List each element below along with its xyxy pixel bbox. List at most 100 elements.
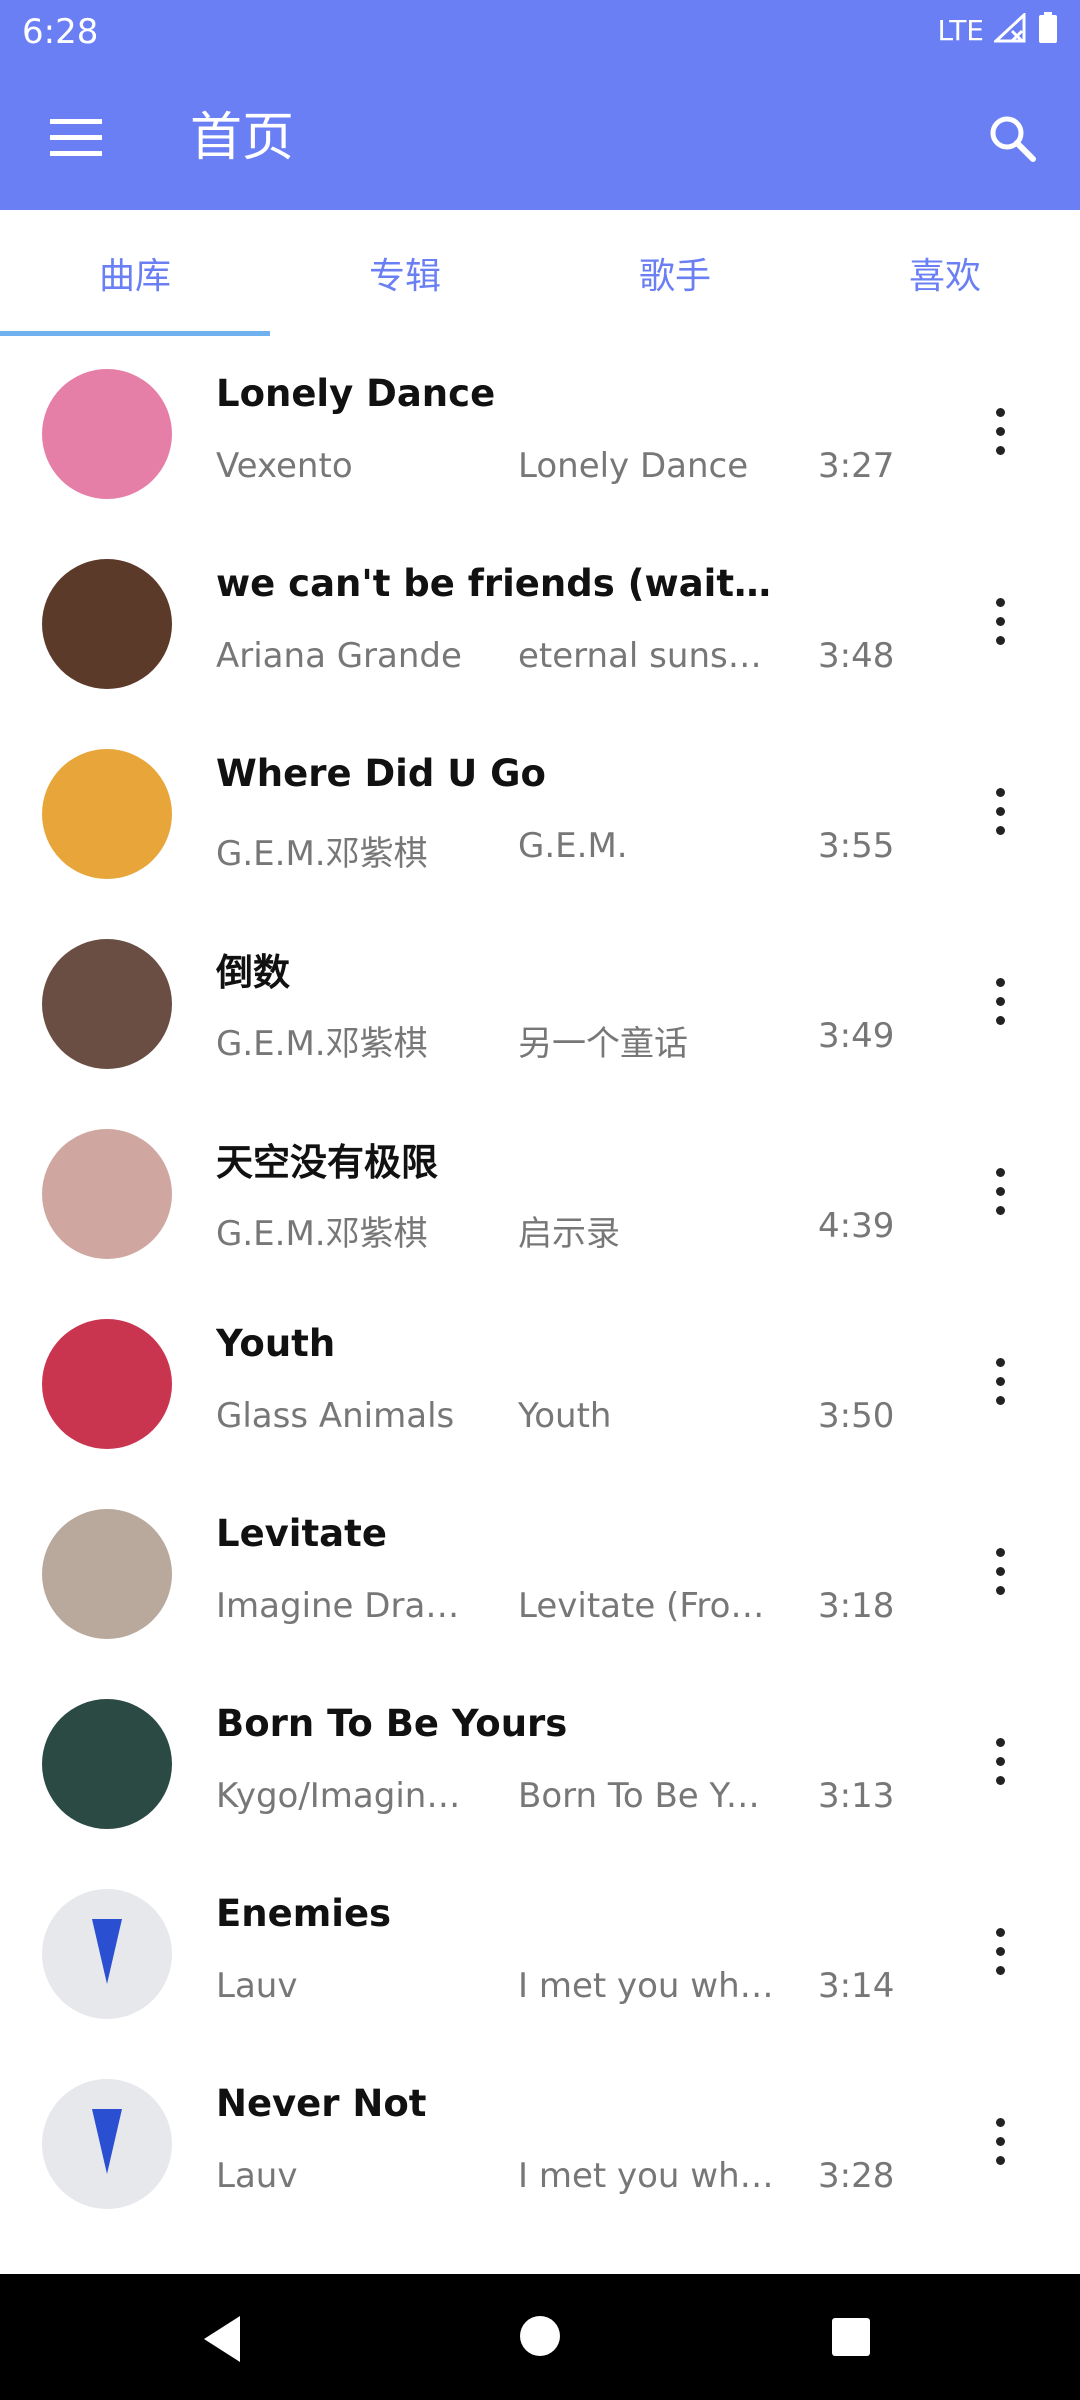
lauv-logo-icon: [92, 2109, 122, 2174]
song-row[interactable]: Born To Be Yours Kygo/Imagine… Born To B…: [0, 1666, 1080, 1856]
album-cover: [42, 749, 172, 879]
more-vert-icon: [995, 1585, 1005, 1595]
back-icon[interactable]: [200, 2314, 250, 2364]
tab-favorites[interactable]: 喜欢: [810, 210, 1080, 336]
more-vert-icon: [995, 1015, 1005, 1025]
song-duration: 3:50: [818, 1396, 895, 1436]
status-time: 6:28: [22, 12, 99, 52]
more-vert-icon: [995, 996, 1005, 1006]
song-duration: 4:39: [818, 1206, 895, 1246]
song-row[interactable]: Never Not Lauv I met you whe… 3:28: [0, 2046, 1080, 2236]
more-options-button[interactable]: [970, 396, 1030, 466]
home-icon[interactable]: [520, 2316, 560, 2356]
song-title: Enemies: [216, 1892, 392, 1935]
song-artist: Glass Animals: [216, 1396, 455, 1436]
tab-artists[interactable]: 歌手: [540, 210, 810, 336]
recent-apps-icon[interactable]: [832, 2318, 870, 2356]
song-album: G.E.M.: [518, 826, 628, 866]
status-bar: 6:28 LTE: [0, 0, 1080, 66]
more-vert-icon: [995, 2155, 1005, 2165]
more-vert-icon: [995, 1965, 1005, 1975]
song-row[interactable]: Youth Glass Animals Youth 3:50: [0, 1286, 1080, 1476]
song-row[interactable]: Lonely Dance Vexento Lonely Dance 3:27: [0, 336, 1080, 526]
song-artist: Ariana Grande: [216, 636, 462, 676]
more-vert-icon: [995, 1737, 1005, 1747]
more-vert-icon: [995, 1756, 1005, 1766]
tab-library[interactable]: 曲库: [0, 210, 270, 336]
more-options-button[interactable]: [970, 1346, 1030, 1416]
album-cover: [42, 939, 172, 1069]
more-vert-icon: [995, 825, 1005, 835]
song-title: Born To Be Yours: [216, 1702, 568, 1745]
song-duration: 3:49: [818, 1016, 895, 1056]
more-vert-icon: [995, 1566, 1005, 1576]
song-row[interactable]: Levitate Imagine Drag… Levitate (Fro… 3:…: [0, 1476, 1080, 1666]
song-duration: 3:48: [818, 636, 895, 676]
more-vert-icon: [995, 1946, 1005, 1956]
song-row[interactable]: we can't be friends (wait for y… Ariana …: [0, 526, 1080, 716]
more-options-button[interactable]: [970, 776, 1030, 846]
more-options-button[interactable]: [970, 1156, 1030, 1226]
song-title: Never Not: [216, 2082, 427, 2125]
song-title: 天空没有极限: [216, 1141, 438, 1184]
song-duration: 3:27: [818, 446, 895, 486]
song-album: Levitate (Fro…: [518, 1586, 765, 1626]
more-options-button[interactable]: [970, 586, 1030, 656]
song-album: 启示录: [518, 1214, 620, 1254]
song-title: Levitate: [216, 1512, 387, 1555]
song-artist: G.E.M.邓紫棋: [216, 834, 428, 874]
song-title: Lonely Dance: [216, 372, 496, 415]
lauv-logo-icon: [92, 1919, 122, 1984]
more-vert-icon: [995, 806, 1005, 816]
song-title: 倒数: [216, 951, 290, 994]
more-vert-icon: [995, 1395, 1005, 1405]
status-icons: LTE: [937, 11, 1058, 48]
song-artist: G.E.M.邓紫棋: [216, 1024, 428, 1064]
more-vert-icon: [995, 1186, 1005, 1196]
more-vert-icon: [995, 1167, 1005, 1177]
system-nav-bar: [0, 2274, 1080, 2400]
song-artist: Imagine Drag…: [216, 1586, 466, 1626]
hamburger-menu-icon: [50, 119, 102, 156]
app-bar: 首页: [0, 66, 1080, 210]
more-vert-icon: [995, 597, 1005, 607]
song-album: Born To Be Yo…: [518, 1776, 778, 1816]
song-row[interactable]: 倒数 G.E.M.邓紫棋 另一个童话 3:49: [0, 906, 1080, 1096]
song-duration: 3:14: [818, 1966, 895, 2006]
song-row[interactable]: Where Did U Go G.E.M.邓紫棋 G.E.M. 3:55: [0, 716, 1080, 906]
menu-button[interactable]: [40, 102, 112, 174]
more-options-button[interactable]: [970, 2106, 1030, 2176]
album-cover: [42, 1509, 172, 1639]
more-vert-icon: [995, 787, 1005, 797]
song-row[interactable]: 天空没有极限 G.E.M.邓紫棋 启示录 4:39: [0, 1096, 1080, 1286]
more-vert-icon: [995, 1927, 1005, 1937]
signal-icon: [992, 11, 1028, 47]
song-artist: Vexento: [216, 446, 353, 486]
more-vert-icon: [995, 1775, 1005, 1785]
song-duration: 3:18: [818, 1586, 895, 1626]
more-options-button[interactable]: [970, 1916, 1030, 1986]
song-album: Youth: [518, 1396, 612, 1436]
more-options-button[interactable]: [970, 1536, 1030, 1606]
song-album: eternal sunshi…: [518, 636, 778, 676]
more-vert-icon: [995, 1205, 1005, 1215]
more-vert-icon: [995, 1376, 1005, 1386]
more-vert-icon: [995, 616, 1005, 626]
tab-albums[interactable]: 专辑: [270, 210, 540, 336]
album-cover: [42, 2079, 172, 2209]
song-title: we can't be friends (wait for y…: [216, 562, 776, 605]
more-vert-icon: [995, 635, 1005, 645]
search-button[interactable]: [976, 102, 1048, 174]
more-vert-icon: [995, 2136, 1005, 2146]
more-vert-icon: [995, 977, 1005, 987]
album-cover: [42, 1319, 172, 1449]
album-cover: [42, 369, 172, 499]
more-options-button[interactable]: [970, 1726, 1030, 1796]
song-duration: 3:13: [818, 1776, 895, 1816]
song-list[interactable]: Lonely Dance Vexento Lonely Dance 3:27 w…: [0, 336, 1080, 2274]
song-row[interactable]: Enemies Lauv I met you whe… 3:14: [0, 1856, 1080, 2046]
song-artist: Lauv: [216, 1966, 298, 2006]
song-title: Youth: [216, 1322, 336, 1365]
album-cover: [42, 1889, 172, 2019]
more-options-button[interactable]: [970, 966, 1030, 1036]
